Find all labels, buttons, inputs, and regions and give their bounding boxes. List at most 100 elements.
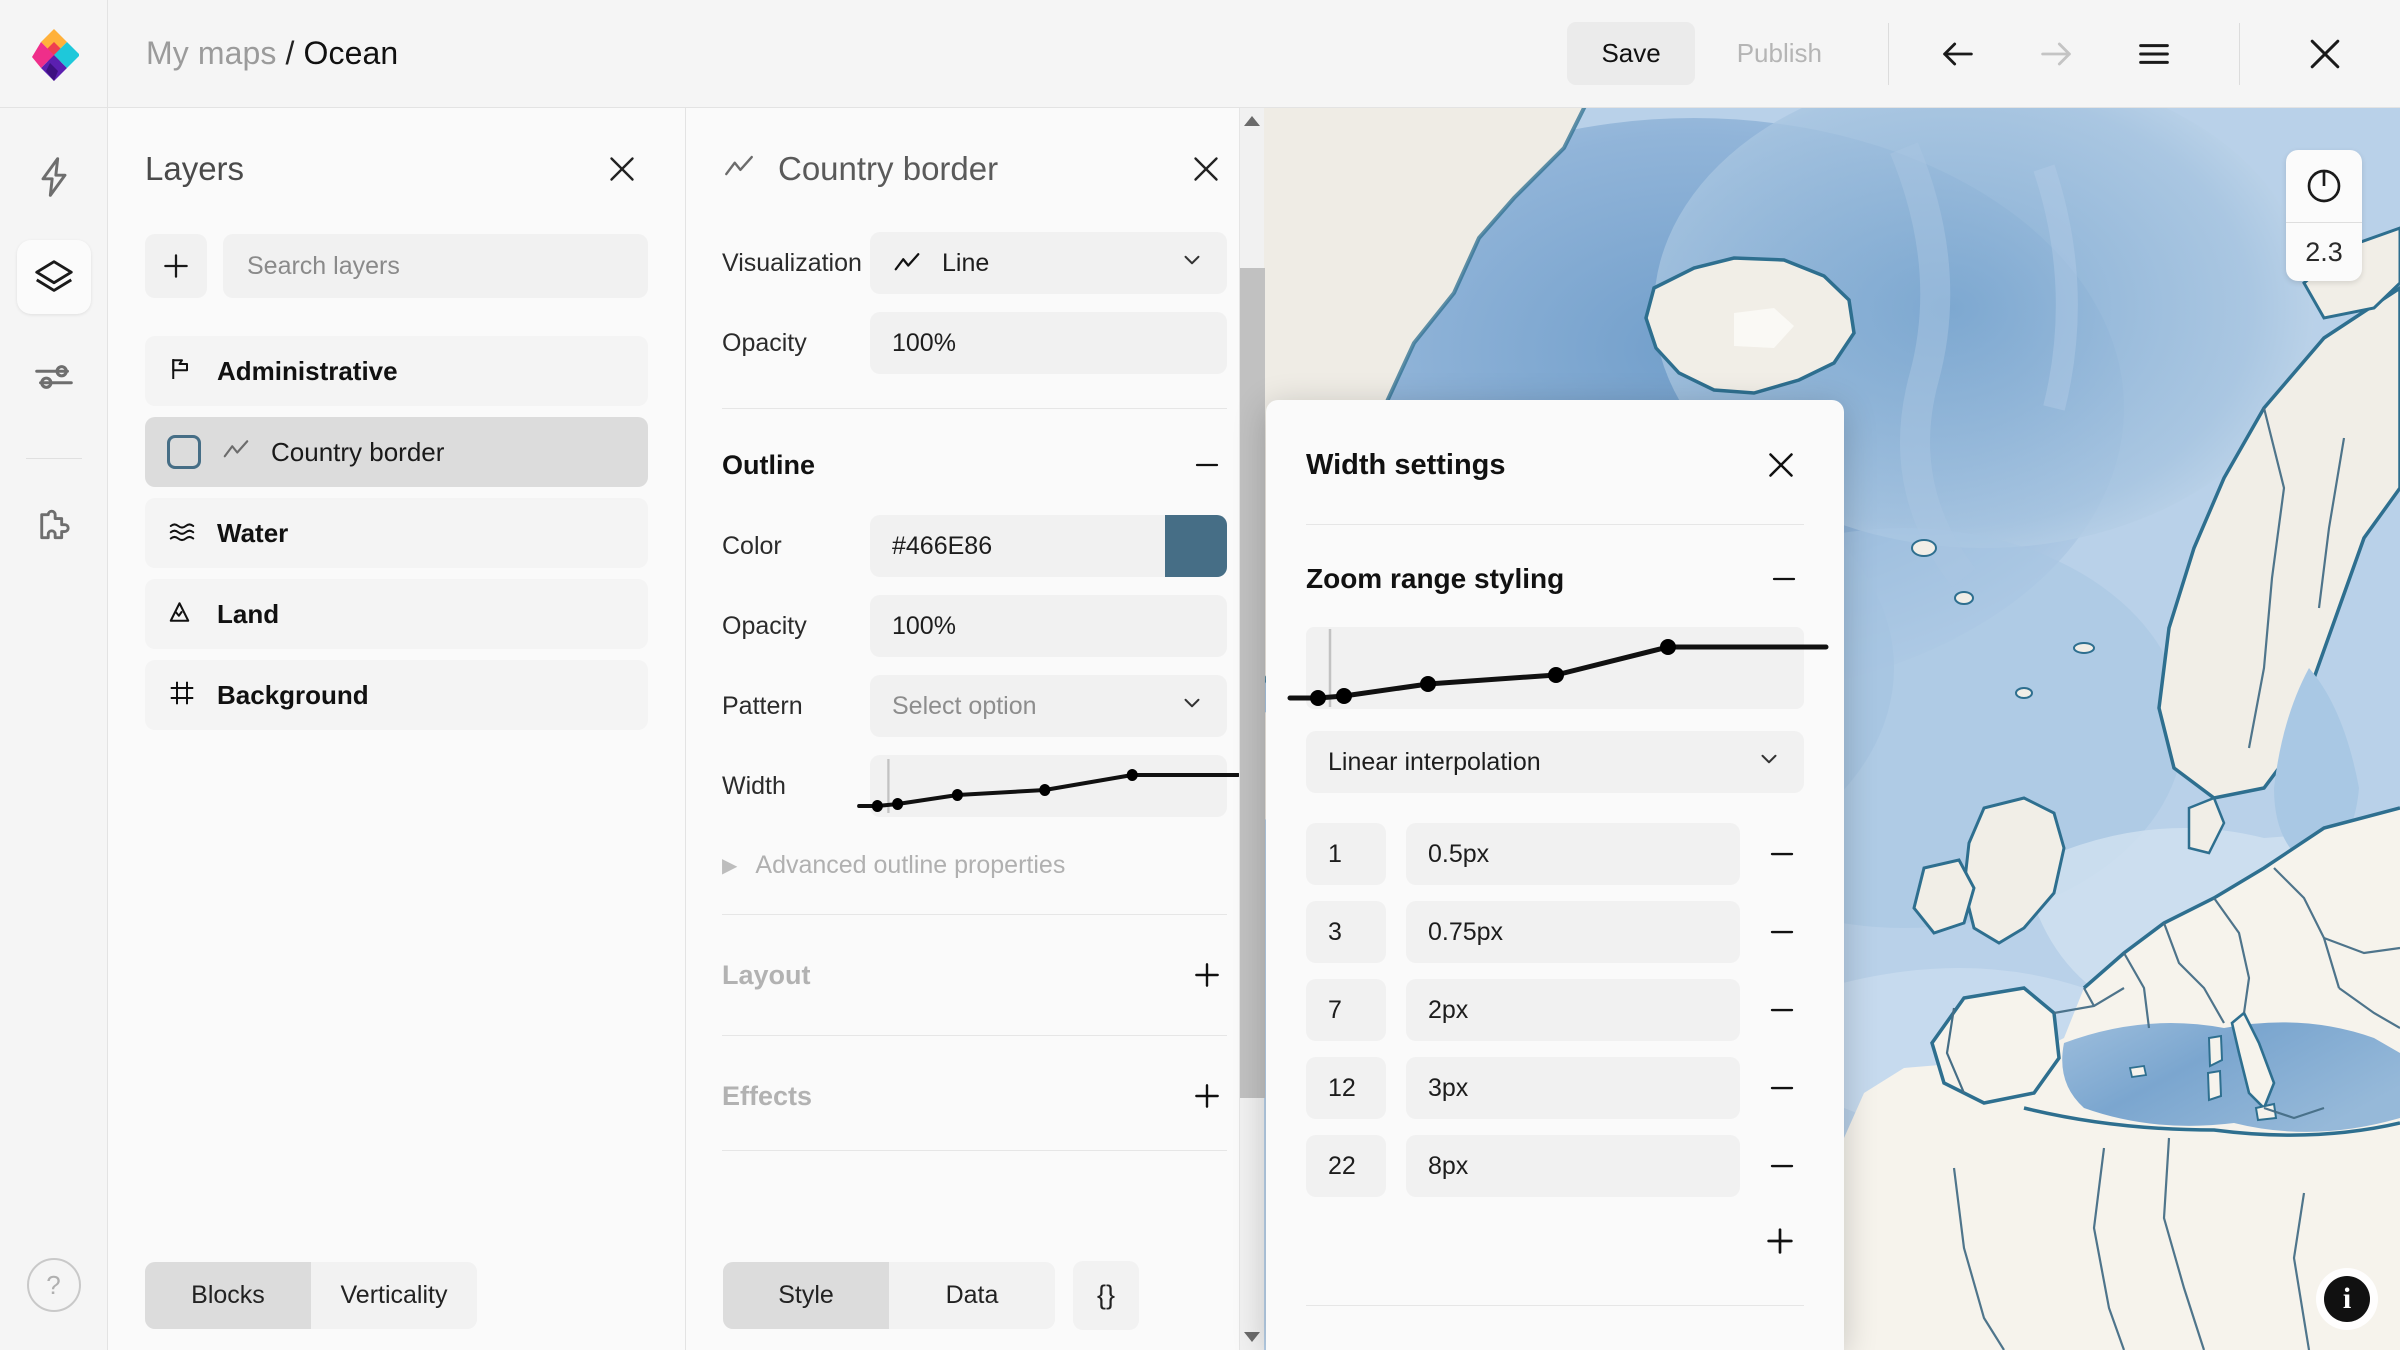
zoom-stop-level-input[interactable]: 3 — [1306, 901, 1386, 963]
rail-divider — [26, 458, 82, 459]
interpolation-value: Linear interpolation — [1328, 748, 1541, 777]
arrow-left-icon[interactable] — [1925, 21, 1991, 87]
visualization-select[interactable]: Line — [870, 232, 1227, 294]
breadcrumb: My maps / Ocean — [146, 35, 398, 72]
sidebar-item-lightning[interactable] — [17, 140, 91, 214]
tab-blocks[interactable]: Blocks — [145, 1262, 311, 1329]
zoom-stop-value-input[interactable]: 0.5px — [1406, 823, 1740, 885]
zoom-stop-value-input[interactable]: 2px — [1406, 979, 1740, 1041]
zoom-stop-value-input[interactable]: 8px — [1406, 1135, 1740, 1197]
add-stop-row — [1306, 1219, 1804, 1263]
code-view-button[interactable]: {} — [1073, 1261, 1139, 1330]
caret-right-icon: ▶ — [722, 853, 737, 878]
layer-color-swatch[interactable] — [167, 435, 201, 469]
layers-bottom-bar: Blocks Verticality — [108, 1240, 686, 1350]
width-settings-title: Width settings — [1306, 449, 1506, 482]
opacity-input[interactable]: 100% — [870, 312, 1227, 374]
list-item[interactable]: Background — [145, 660, 648, 730]
close-icon[interactable] — [601, 148, 643, 190]
visualization-value: Line — [942, 249, 989, 278]
hamburger-menu-icon[interactable] — [2121, 21, 2187, 87]
breadcrumb-current[interactable]: Ocean — [304, 35, 399, 72]
plus-icon[interactable] — [1187, 1076, 1227, 1116]
layout-section-title: Layout — [722, 960, 811, 991]
zoom-range-chart[interactable] — [1306, 627, 1804, 709]
zoom-range-header: Zoom range styling — [1306, 559, 1804, 599]
close-icon[interactable] — [2292, 21, 2358, 87]
properties-scrollbar[interactable] — [1239, 108, 1264, 1350]
chevron-down-icon — [1179, 247, 1205, 280]
layout-section-header: Layout — [722, 955, 1227, 995]
close-icon[interactable] — [1185, 148, 1227, 190]
list-item[interactable]: Land — [145, 579, 648, 649]
outline-section-title: Outline — [722, 450, 815, 481]
zoom-stop-level-input[interactable]: 22 — [1306, 1135, 1386, 1197]
outline-width-label: Width — [722, 772, 870, 801]
plus-icon[interactable] — [1187, 955, 1227, 995]
minus-icon[interactable] — [1760, 1151, 1804, 1181]
sidebar-item-plugins[interactable] — [17, 493, 91, 567]
section-divider — [722, 408, 1227, 409]
modal-footer-divider — [1306, 1305, 1804, 1306]
flag-icon — [167, 354, 197, 389]
minus-icon[interactable] — [1760, 995, 1804, 1025]
zoom-stop-value-input[interactable]: 0.75px — [1406, 901, 1740, 963]
outline-width-chart[interactable] — [870, 755, 1227, 817]
compass-icon[interactable] — [2286, 150, 2362, 222]
minus-icon[interactable] — [1187, 445, 1227, 485]
minus-icon[interactable] — [1760, 839, 1804, 869]
advanced-outline-properties-toggle[interactable]: ▶ Advanced outline properties — [722, 851, 1227, 880]
outline-opacity-input[interactable]: 100% — [870, 595, 1227, 657]
zoom-stop-level-input[interactable]: 7 — [1306, 979, 1386, 1041]
close-icon[interactable] — [1760, 444, 1802, 486]
outline-color-input[interactable]: #466E86 — [870, 515, 1227, 577]
layers-search-row — [108, 190, 685, 298]
chevron-down-icon — [1179, 690, 1205, 723]
map-zoom-widget[interactable]: 2.3 — [2286, 150, 2362, 281]
zoom-stop-level-input[interactable]: 12 — [1306, 1057, 1386, 1119]
outline-color-value: #466E86 — [892, 532, 992, 561]
zoom-range-title: Zoom range styling — [1306, 563, 1564, 595]
minus-icon[interactable] — [1764, 559, 1804, 599]
sidebar-item-layers[interactable] — [17, 240, 91, 314]
scroll-down-arrow[interactable] — [1240, 1324, 1264, 1350]
app-logo[interactable] — [0, 0, 108, 107]
width-settings-modal: Width settings Zoom range styling — [1266, 400, 1844, 1350]
list-item-label: Background — [217, 680, 369, 711]
list-item-label: Land — [217, 599, 279, 630]
sidebar-item-sliders[interactable] — [17, 340, 91, 414]
properties-tab-group: Style Data — [723, 1262, 1055, 1329]
line-icon — [892, 248, 922, 278]
list-item[interactable]: Water — [145, 498, 648, 568]
scroll-up-arrow[interactable] — [1240, 108, 1264, 134]
layer-list: Administrative Country border — [108, 298, 685, 730]
tab-verticality[interactable]: Verticality — [311, 1262, 477, 1329]
scrollbar-thumb[interactable] — [1240, 268, 1265, 1098]
interpolation-select[interactable]: Linear interpolation — [1306, 731, 1804, 793]
help-button[interactable]: ? — [27, 1258, 81, 1312]
breadcrumb-root[interactable]: My maps — [146, 35, 277, 72]
layers-panel-header: Layers — [108, 108, 685, 190]
advanced-outline-properties-label: Advanced outline properties — [755, 851, 1065, 880]
minus-icon[interactable] — [1760, 1073, 1804, 1103]
zoom-stop-value-input[interactable]: 3px — [1406, 1057, 1740, 1119]
outline-pattern-select[interactable]: Select option — [870, 675, 1227, 737]
search-input[interactable] — [223, 234, 648, 298]
width-settings-header: Width settings — [1266, 400, 1844, 486]
list-item[interactable]: Country border — [145, 417, 648, 487]
top-bar: My maps / Ocean Save Publish — [0, 0, 2400, 108]
plus-icon[interactable] — [1758, 1219, 1802, 1263]
zoom-stop-level-input[interactable]: 1 — [1306, 823, 1386, 885]
add-layer-button[interactable] — [145, 234, 207, 298]
arrow-right-icon[interactable] — [2023, 21, 2089, 87]
color-swatch[interactable] — [1165, 515, 1227, 577]
publish-button[interactable]: Publish — [1707, 22, 1852, 85]
tab-data[interactable]: Data — [889, 1262, 1055, 1329]
tab-style[interactable]: Style — [723, 1262, 889, 1329]
outline-pattern-row: Pattern Select option — [722, 675, 1227, 737]
list-item[interactable]: Administrative — [145, 336, 648, 406]
minus-icon[interactable] — [1760, 917, 1804, 947]
info-icon[interactable]: i — [2324, 1276, 2370, 1322]
frame-icon — [167, 678, 197, 713]
save-button[interactable]: Save — [1567, 22, 1694, 85]
